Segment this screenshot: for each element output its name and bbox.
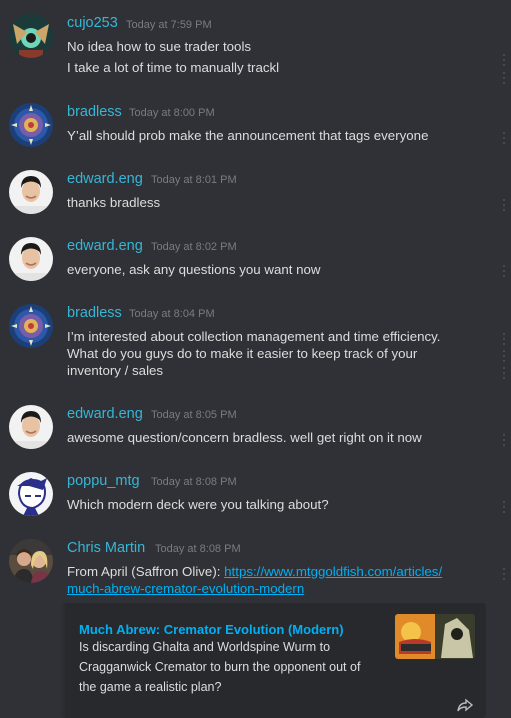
message-options-icon[interactable] — [503, 434, 507, 449]
timestamp: Today at 7:59 PM — [126, 19, 212, 31]
message-text: I’m interested about collection manageme… — [67, 329, 441, 344]
message-text: much-abrew-cremator-evolution-modern — [67, 580, 477, 597]
username[interactable]: bradless — [67, 103, 122, 121]
message-options-icon[interactable] — [503, 72, 507, 87]
mosaic-avatar-icon[interactable] — [9, 103, 53, 147]
message-options-icon[interactable] — [503, 199, 507, 214]
message-text: thanks bradless — [67, 195, 161, 210]
article-thumbnail[interactable] — [395, 614, 475, 659]
timestamp: Today at 8:08 PM — [155, 543, 241, 555]
embed-description: Is discarding Ghalta and Worldspine Wurm… — [79, 640, 331, 654]
username[interactable]: edward.eng — [67, 405, 143, 423]
message-options-icon[interactable] — [503, 132, 507, 147]
person-avatar-icon[interactable] — [9, 237, 53, 281]
message-options-icon[interactable] — [503, 333, 507, 348]
embed-description: Cragganwick Cremator to burn the opponen… — [79, 660, 361, 674]
embed-title[interactable]: Much Abrew: Cremator Evolution (Modern) — [79, 622, 344, 638]
message-text: awesome question/concern bradless. well … — [67, 430, 422, 445]
username[interactable]: poppu_mtg — [67, 472, 140, 490]
timestamp: Today at 8:02 PM — [151, 241, 237, 253]
message-options-icon[interactable] — [503, 501, 507, 516]
article-link[interactable]: much-abrew-cremator-evolution-modern — [67, 581, 304, 596]
article-link[interactable]: https://www.mtggoldfish.com/articles/ — [224, 564, 442, 579]
message-text: From April (Saffron Olive): https://www.… — [67, 563, 477, 580]
message-options-icon[interactable] — [503, 54, 507, 69]
message-text: inventory / sales — [67, 363, 164, 378]
timestamp: Today at 8:04 PM — [129, 308, 215, 320]
timestamp: Today at 8:08 PM — [151, 476, 237, 488]
art-avatar-icon[interactable] — [9, 14, 53, 58]
person-avatar-icon[interactable] — [9, 170, 53, 214]
timestamp: Today at 8:00 PM — [129, 107, 215, 119]
username[interactable]: Chris Martin — [67, 539, 145, 557]
username[interactable]: cujo253 — [67, 14, 118, 32]
person-avatar-icon[interactable] — [9, 405, 53, 449]
username[interactable]: bradless — [67, 304, 122, 322]
timestamp: Today at 8:05 PM — [151, 409, 237, 421]
message-options-icon[interactable] — [503, 367, 507, 382]
photo-avatar-icon[interactable] — [9, 539, 53, 583]
message-text: What do you guys do to make it easier to… — [67, 346, 418, 361]
timestamp: Today at 8:01 PM — [151, 174, 237, 186]
message-text: Which modern deck were you talking about… — [67, 497, 329, 512]
message-text: No idea how to sue trader tools — [67, 39, 252, 54]
message-text: everyone, ask any questions you want now — [67, 262, 321, 277]
message-options-icon[interactable] — [503, 350, 507, 365]
link-embed: Much Abrew: Cremator Evolution (Modern) … — [61, 603, 486, 718]
message-options-icon[interactable] — [503, 265, 507, 280]
embed-description: the game a realistic plan? — [79, 680, 222, 694]
mosaic-avatar-icon[interactable] — [9, 304, 53, 348]
message-text-prefix: From April (Saffron Olive): — [67, 564, 225, 579]
username[interactable]: edward.eng — [67, 170, 143, 188]
username[interactable]: edward.eng — [67, 237, 143, 255]
message-options-icon[interactable] — [503, 568, 507, 583]
cartoon-avatar-icon[interactable] — [9, 472, 53, 516]
message-text: Y’all should prob make the announcement … — [67, 128, 429, 143]
message-text: I take a lot of time to manually trackl — [67, 60, 280, 75]
